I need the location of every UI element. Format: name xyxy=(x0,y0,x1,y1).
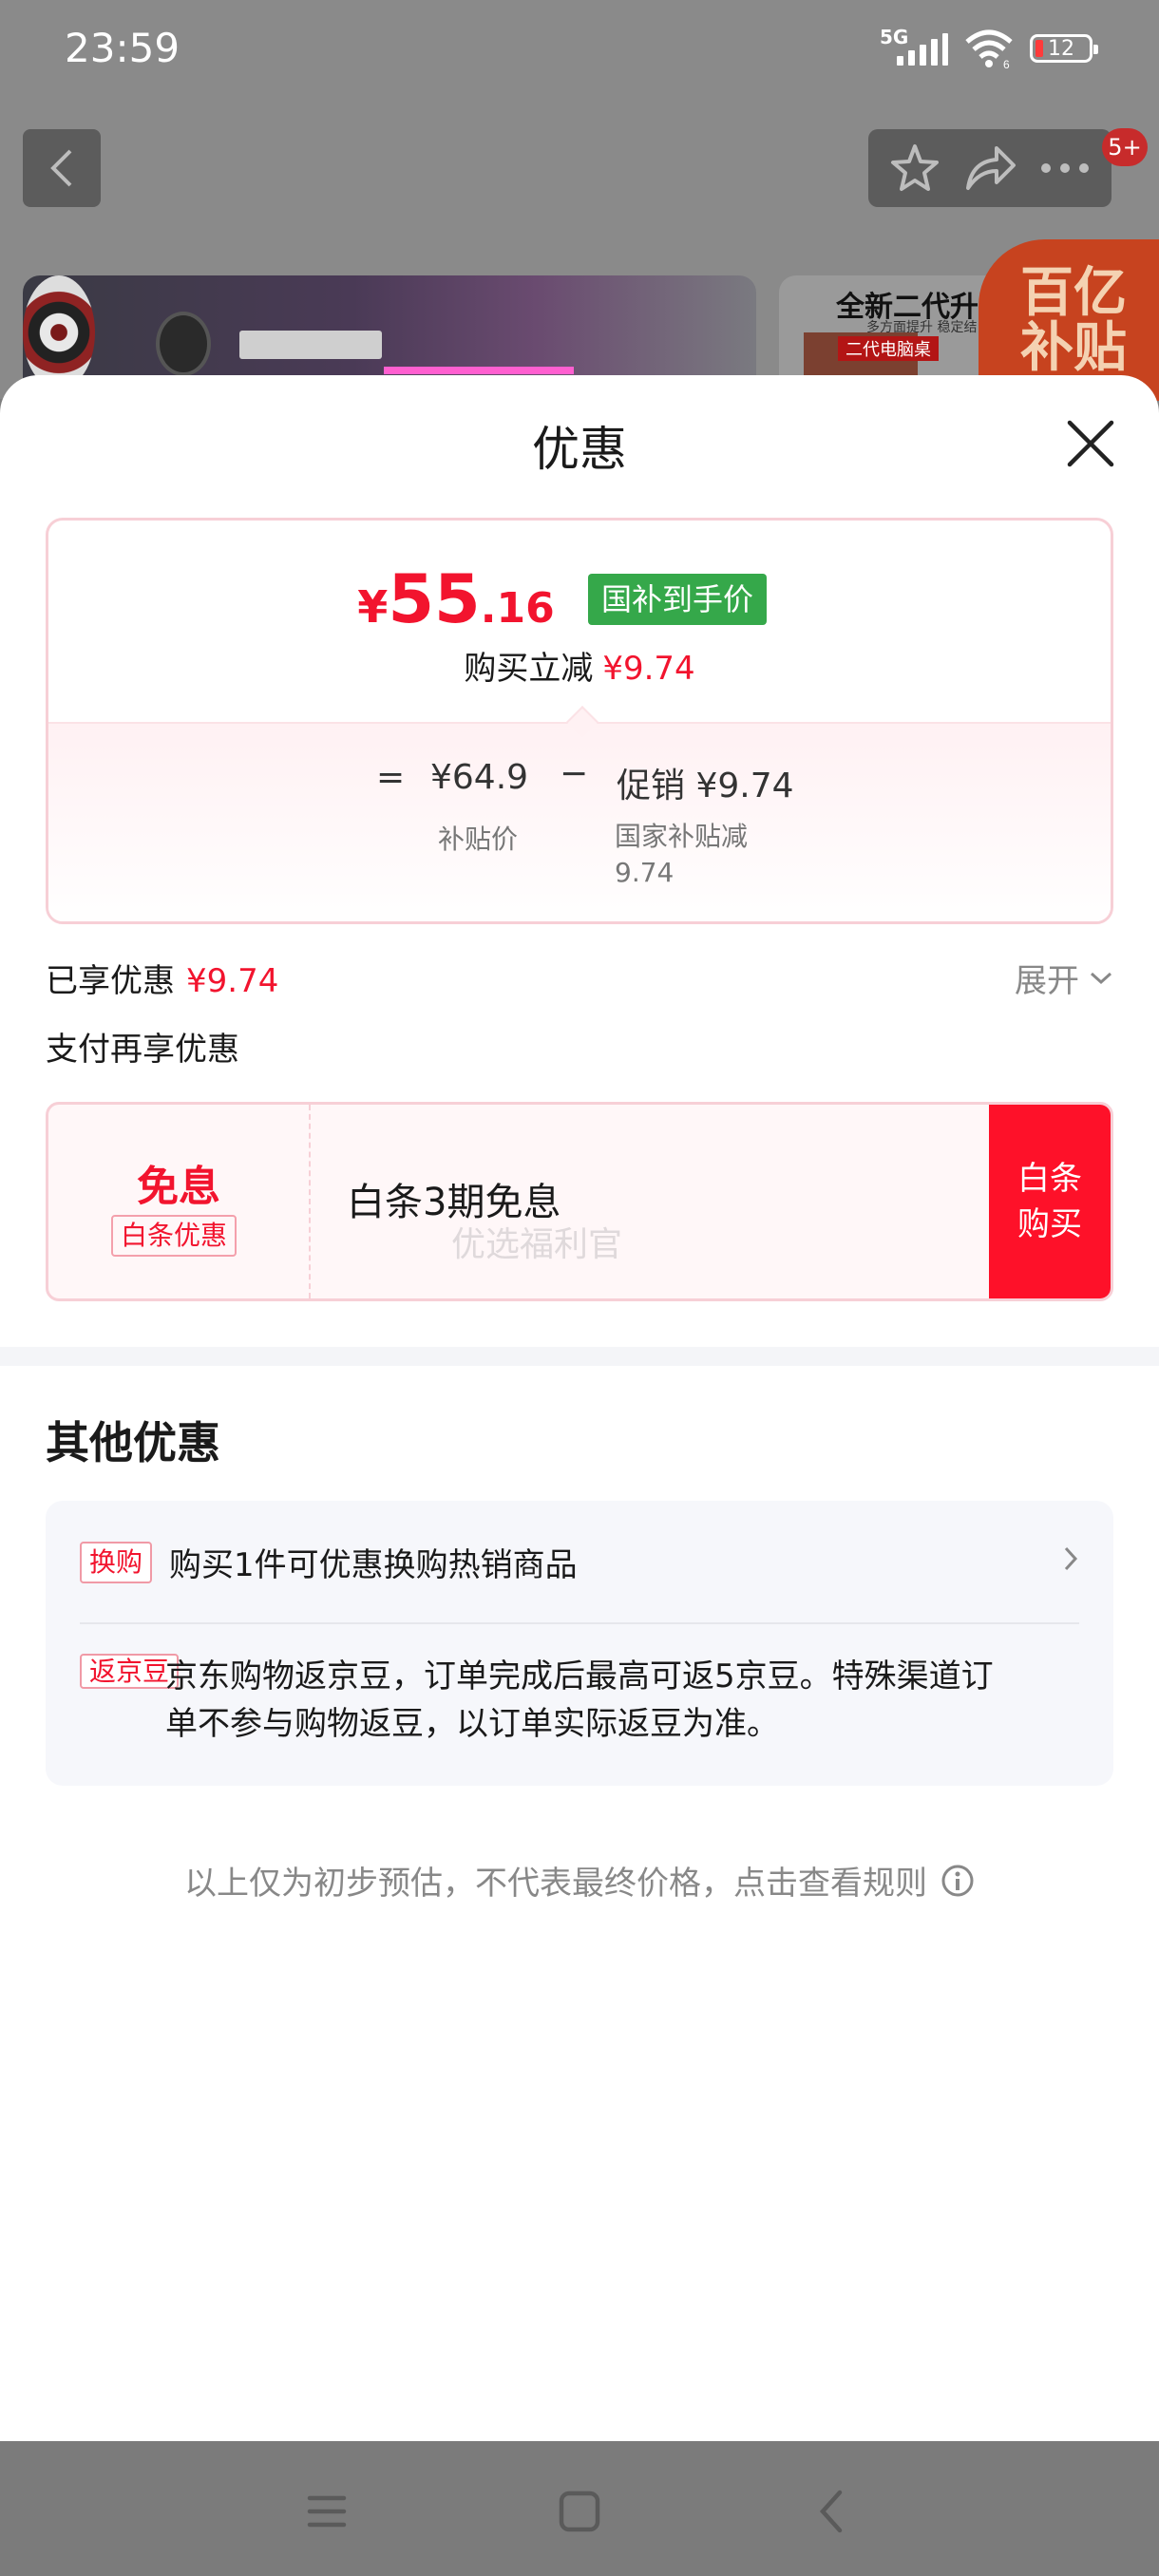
message-count-badge: 5+ xyxy=(1102,128,1148,166)
top-action-group xyxy=(868,129,1112,207)
section-divider xyxy=(0,1347,1159,1366)
instant-save-label: 购买立减 xyxy=(464,650,594,688)
svg-text:6: 6 xyxy=(1003,58,1010,68)
back-nav-icon[interactable] xyxy=(804,2483,861,2540)
baitiao-offer-card[interactable]: 免息 白条优惠 白条3期免息 优选福利官 白条 购买 xyxy=(46,1102,1113,1301)
jingdou-tag: 返京豆 xyxy=(80,1654,180,1689)
price-breakdown-card: ¥ 55 .16 国补到手价 购买立减 ¥9.74 = ¥64.9 补贴价 − 促… xyxy=(46,518,1113,924)
enjoyed-discount: 已享优惠 ¥9.74 xyxy=(46,955,278,1001)
rgb-light-strip xyxy=(384,367,574,374)
disclaimer-text: 以上仅为初步预估，不代表最终价格，点击查看规则 xyxy=(184,1865,927,1903)
baitiao-buy-button[interactable]: 白条 购买 xyxy=(989,1105,1111,1298)
headphones-image xyxy=(156,312,211,376)
chevron-right-icon[interactable] xyxy=(1062,1544,1079,1573)
trade-in-text: 购买1件可优惠换购热销商品 xyxy=(169,1546,578,1584)
formula-minus: − xyxy=(560,754,589,793)
sheet-title: 优惠 xyxy=(532,422,627,477)
dartboard-image xyxy=(23,275,95,389)
price-integer: 55 xyxy=(388,560,481,638)
gov-subsidy-tag: 国补到手价 xyxy=(588,574,768,625)
status-time: 23:59 xyxy=(65,25,180,71)
formula-equals: = xyxy=(376,758,406,797)
expand-label: 展开 xyxy=(1015,962,1079,1000)
price-formula-area xyxy=(48,722,1111,921)
battery-icon: 12 xyxy=(1030,34,1098,63)
more-icon[interactable] xyxy=(1039,161,1091,175)
menu-icon[interactable] xyxy=(298,2483,355,2540)
keyboard-image xyxy=(239,331,382,359)
other-offers-card: 换购 购买1件可优惠换购热销商品 返京豆 京东购物返京豆，订单完成后最高可返5京… xyxy=(46,1501,1113,1786)
promo-discount: 促销 ¥9.74 xyxy=(617,767,794,805)
offer-separator xyxy=(80,1622,1079,1624)
rules-disclaimer[interactable]: 以上仅为初步预估，不代表最终价格，点击查看规则 xyxy=(0,1857,1159,1904)
enjoyed-label: 已享优惠 xyxy=(46,962,175,1000)
pay-more-title: 支付再享优惠 xyxy=(46,1031,239,1069)
battery-level: 12 xyxy=(1048,36,1074,61)
discount-bottom-sheet: 优惠 ¥ 55 .16 国补到手价 购买立减 ¥9.74 = ¥64.9 补贴价 … xyxy=(0,375,1159,2441)
final-price: ¥ 55 .16 xyxy=(48,560,987,638)
status-icons: 5G 6 12 xyxy=(880,26,1098,68)
info-icon[interactable] xyxy=(940,1864,975,1898)
cellular-signal-icon: 5G xyxy=(880,26,948,67)
star-icon[interactable] xyxy=(889,142,940,194)
background-page: 23:59 5G 6 12 5+ 全新二代升 多方面提升 稳定结 二代电脑桌 百… xyxy=(0,0,1159,401)
share-icon[interactable] xyxy=(962,144,1017,192)
baitiao-buy-line2: 购买 xyxy=(1017,1205,1082,1243)
subsidy-price: ¥64.9 xyxy=(430,758,529,797)
jingdou-text: 京东购物返京豆，订单完成后最高可返5京豆。特殊渠道订单不参与购物返豆，以订单实际… xyxy=(165,1657,994,1743)
baitiao-buy-line1: 白条 xyxy=(1017,1160,1082,1198)
instant-save-value: ¥9.74 xyxy=(602,650,695,688)
home-icon[interactable] xyxy=(551,2483,608,2540)
enjoyed-value: ¥9.74 xyxy=(186,962,279,1000)
trade-in-tag: 换购 xyxy=(80,1541,153,1583)
interest-free-label: 免息 xyxy=(137,1163,220,1211)
other-offers-title: 其他优惠 xyxy=(46,1417,220,1468)
wifi-icon: 6 xyxy=(965,29,1013,68)
baitiao-tag: 白条优惠 xyxy=(111,1215,238,1257)
watermark-text: 优选福利官 xyxy=(451,1225,623,1264)
price-decimal: .16 xyxy=(480,584,555,633)
chevron-left-icon xyxy=(50,149,72,187)
back-button[interactable] xyxy=(23,129,101,207)
baitiao-left-panel: 免息 白条优惠 xyxy=(48,1105,311,1298)
close-icon[interactable] xyxy=(1060,413,1121,474)
status-bar: 23:59 5G 6 12 xyxy=(0,0,1159,104)
subsidy-price-label: 补贴价 xyxy=(438,824,519,855)
trade-in-offer-row[interactable]: 换购 购买1件可优惠换购热销商品 xyxy=(80,1539,578,1585)
instant-save-line: 购买立减 ¥9.74 xyxy=(48,642,1111,689)
system-nav-bar xyxy=(0,2441,1159,2576)
chevron-down-icon xyxy=(1090,972,1112,984)
expand-button[interactable]: 展开 xyxy=(1015,955,1113,1001)
banner-tag: 二代电脑桌 xyxy=(838,336,939,361)
promo-label: 国家补贴减 9.74 xyxy=(615,821,749,888)
price-currency: ¥ xyxy=(357,581,389,633)
